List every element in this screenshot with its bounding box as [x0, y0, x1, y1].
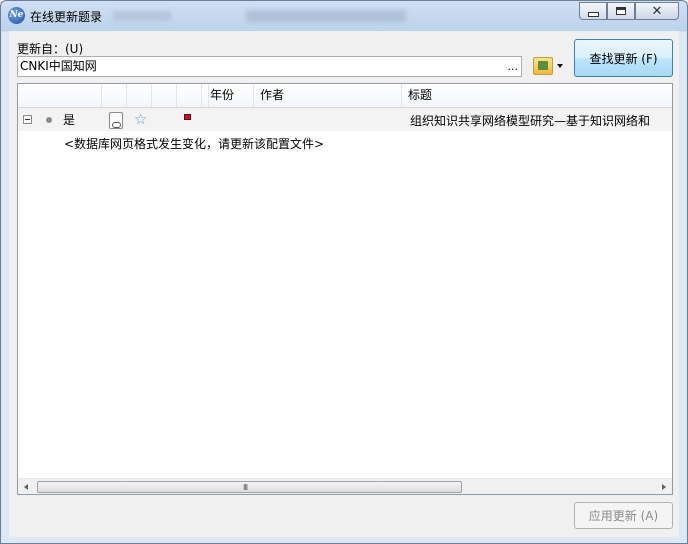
error-message: <数据库网页格式发生变化，请更新该配置文件> [64, 137, 325, 151]
close-button[interactable]: ✕ [635, 2, 679, 20]
table-row[interactable]: 是 ☆ 组织知识共享网络模型研究—基于知识网络和 [18, 108, 672, 131]
browse-dots[interactable]: ... [508, 57, 519, 76]
scrollbar-thumb[interactable]: III [37, 481, 462, 493]
row-status: 是 [63, 113, 76, 127]
column-header-star[interactable] [127, 84, 152, 107]
minimize-icon [587, 11, 599, 17]
close-icon: ✕ [651, 3, 663, 19]
column-header-read[interactable] [152, 84, 177, 107]
database-icon [533, 57, 553, 75]
dialog-window: Ne 在线更新题录 ✕ 更新自：(U) CNKI中国知网 ... 查找更新 (F… [0, 0, 688, 544]
source-label: 更新自：(U) [17, 42, 84, 56]
app-logo-icon: Ne [8, 7, 25, 24]
red-flag-icon[interactable] [184, 114, 191, 120]
source-value: CNKI中国知网 [20, 59, 97, 73]
database-select-button[interactable] [531, 55, 565, 77]
blurred-background-text [113, 11, 171, 21]
window-title: 在线更新题录 [30, 10, 103, 24]
column-header-title[interactable]: 标题 [402, 84, 672, 107]
message-row: <数据库网页格式发生变化，请更新该配置文件> [18, 132, 672, 154]
minimize-button[interactable] [579, 2, 607, 20]
find-update-button[interactable]: 查找更新 (F) [574, 39, 673, 77]
maximize-button[interactable] [607, 2, 635, 20]
apply-update-button[interactable]: 应用更新 (A) [574, 502, 673, 529]
horizontal-scrollbar[interactable]: III [18, 478, 672, 494]
source-input[interactable]: CNKI中国知网 ... [17, 56, 522, 77]
column-header-expand[interactable] [18, 84, 102, 107]
maximize-icon [616, 7, 626, 15]
scroll-left-icon[interactable] [24, 484, 28, 490]
column-header-year[interactable]: 年份 [204, 84, 254, 107]
star-icon[interactable]: ☆ [134, 110, 147, 128]
gray-dot-icon [46, 117, 52, 123]
attachment-icon[interactable] [109, 112, 123, 129]
column-header-flag[interactable] [177, 84, 202, 107]
column-header-author[interactable]: 作者 [254, 84, 402, 107]
results-grid[interactable]: 年份 作者 标题 是 ☆ 组织知识共享网络模型研究—基于知识网络和 <数据库网页… [17, 83, 673, 495]
column-header-attachment[interactable] [102, 84, 127, 107]
scroll-right-icon[interactable] [662, 484, 666, 490]
scroll-grip: III [243, 483, 248, 492]
row-title: 组织知识共享网络模型研究—基于知识网络和 [410, 114, 651, 128]
dropdown-arrow-icon [557, 64, 563, 68]
dialog-body: 更新自：(U) CNKI中国知网 ... 查找更新 (F) 年份 作者 标题 是… [9, 31, 679, 537]
title-bar[interactable]: Ne 在线更新题录 ✕ [1, 1, 687, 31]
collapse-minus-icon[interactable] [23, 115, 32, 124]
blurred-background-text [246, 10, 406, 22]
grid-header: 年份 作者 标题 [18, 84, 672, 108]
